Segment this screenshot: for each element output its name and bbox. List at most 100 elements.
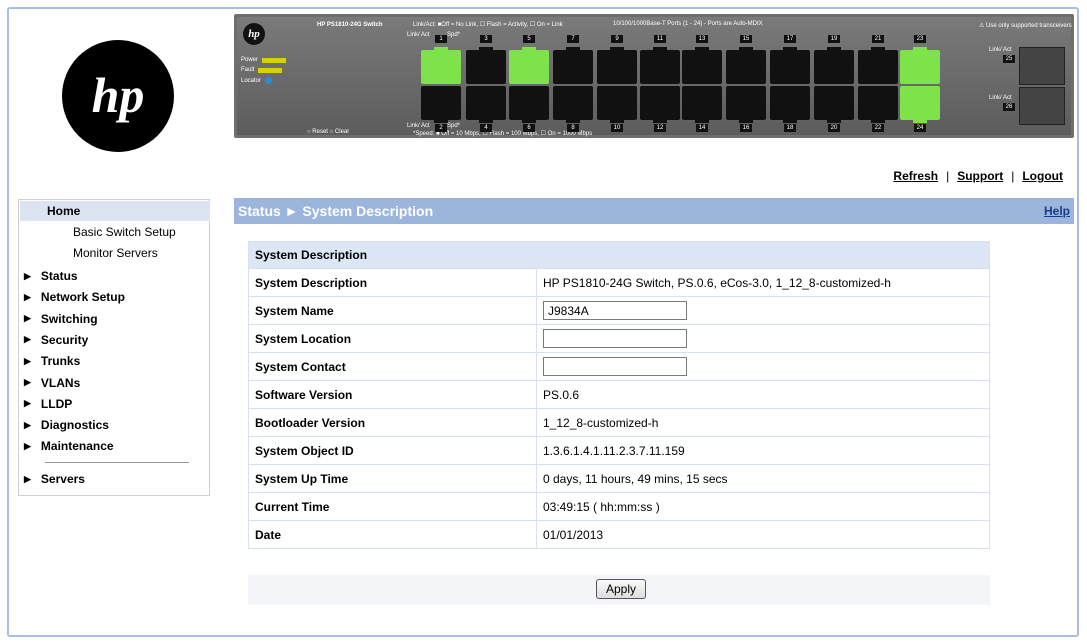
spd-label-top: Spd*	[447, 32, 461, 38]
table-row: System Up Time 0 days, 11 hours, 49 mins,…	[248, 464, 990, 493]
expand-triangle-icon: ▶	[24, 377, 31, 387]
port-5	[509, 47, 549, 84]
table-row: System Object ID 1.3.6.1.4.1.11.2.3.7.11.…	[248, 436, 990, 465]
row-value: 0 days, 11 hours, 49 mins, 15 secs	[536, 464, 990, 493]
sidebar-item-label: Status	[40, 269, 78, 283]
sidebar-item-vlans[interactable]: ▶ VLANs	[24, 376, 80, 390]
port-number-label: 9	[611, 35, 623, 43]
panel-legend-link: Link/Act: ■Off = No Link, ☐ Flash = Acti…	[413, 22, 563, 28]
row-label: System Description	[248, 268, 537, 297]
system-contact-input[interactable]	[543, 357, 687, 376]
locator-label: Locator	[241, 77, 262, 84]
sidebar-item-label: Servers	[40, 472, 85, 486]
fault-led-row: Fault	[241, 67, 283, 73]
sidebar-divider	[45, 462, 189, 463]
row-label: System Up Time	[248, 464, 537, 493]
expand-triangle-icon: ▶	[24, 313, 31, 324]
sidebar-item-lldp[interactable]: ▶ LLDP	[24, 397, 72, 411]
row-value: HP PS1810-24G Switch, PS.0.6, eCos-3.0, …	[536, 268, 990, 297]
sidebar-item-network-setup[interactable]: ▶ Network Setup	[24, 290, 125, 304]
sfp-link-act-label-bottom: Link/ Act	[989, 95, 1012, 101]
port-21	[858, 47, 898, 84]
table-title: System Description	[248, 241, 990, 269]
row-value-cell	[536, 352, 990, 381]
panel-transceiver-note: ⚠ Use only supported transceivers	[979, 23, 1072, 29]
row-value: 03:49:15 ( hh:mm:ss )	[536, 492, 990, 521]
spd-label-bottom: Spd*	[447, 123, 461, 129]
port-number-label: 23	[914, 35, 926, 43]
sidebar-item-basic-switch-setup[interactable]: Basic Switch Setup	[73, 225, 176, 239]
port-number-label: 24	[914, 124, 926, 132]
sidebar-item-maintenance[interactable]: ▶ Maintenance	[24, 439, 114, 453]
port-number-label: 3	[480, 35, 492, 43]
port-number-label: 21	[872, 35, 884, 43]
table-row: System Name	[248, 296, 990, 325]
system-location-input[interactable]	[543, 329, 687, 348]
help-link[interactable]: Help	[1044, 198, 1070, 224]
apply-bar: Apply	[248, 575, 990, 605]
panel-model: HP PS1810-24G Switch	[317, 22, 383, 28]
port-22	[858, 86, 898, 123]
sidebar-item-security[interactable]: ▶ Security	[24, 333, 88, 347]
power-led	[262, 57, 287, 63]
port-8	[553, 86, 593, 123]
hp-logo-text: hp	[92, 67, 145, 123]
port-number-label: 8	[567, 124, 579, 132]
sidebar-item-home[interactable]: Home	[20, 201, 210, 221]
system-description-table: System Description System Description HP …	[248, 241, 990, 549]
expand-triangle-icon: ▶	[24, 440, 31, 451]
port-20	[814, 86, 854, 123]
row-value: 1_12_8-customized-h	[536, 408, 990, 437]
port-24	[900, 86, 940, 123]
sidebar-item-label: VLANs	[40, 375, 81, 390]
sfp-port-26	[1019, 87, 1065, 125]
sfp-port-25	[1019, 47, 1065, 85]
expand-triangle-icon: ▶	[24, 355, 31, 366]
port-number-label: 12	[654, 124, 666, 132]
link-act-label-bottom: Link/ Act	[407, 123, 430, 129]
port-11	[640, 47, 680, 84]
row-label: Current Time	[248, 492, 537, 521]
table-row: System Description HP PS1810-24G Switch, …	[248, 268, 990, 297]
port-17	[770, 47, 810, 84]
port-number-label: 14	[696, 124, 708, 132]
port-7	[553, 47, 593, 84]
logout-link[interactable]: Logout	[1022, 169, 1063, 183]
sidebar-item-label: Security	[40, 332, 89, 347]
sidebar-item-servers[interactable]: ▶ Servers	[24, 472, 85, 486]
apply-button[interactable]: Apply	[596, 579, 646, 599]
sidebar-item-label: Network Setup	[40, 290, 125, 305]
sidebar-item-diagnostics[interactable]: ▶ Diagnostics	[24, 418, 109, 432]
port-number-label: 26	[1003, 103, 1015, 111]
sidebar-item-switching[interactable]: ▶ Switching	[24, 312, 98, 326]
port-number-label: 16	[740, 124, 752, 132]
port-number-label: 11	[654, 35, 666, 43]
port-4	[466, 86, 506, 123]
sidebar-item-trunks[interactable]: ▶ Trunks	[24, 354, 80, 368]
port-10	[597, 86, 637, 123]
port-number-label: 1	[435, 35, 447, 43]
locator-led-row: Locator	[241, 77, 273, 84]
page-header: Status ► System Description Help	[234, 198, 1074, 224]
port-12	[640, 86, 680, 123]
port-1	[421, 47, 461, 84]
expand-triangle-icon: ▶	[24, 398, 31, 409]
refresh-link[interactable]: Refresh	[893, 169, 938, 183]
port-9	[597, 47, 637, 84]
table-row: Current Time 03:49:15 ( hh:mm:ss )	[248, 492, 990, 521]
row-value: 01/01/2013	[536, 520, 990, 549]
row-label: System Contact	[248, 352, 537, 381]
port-number-label: 6	[523, 124, 535, 132]
support-link[interactable]: Support	[957, 169, 1003, 183]
hp-logo-icon: hp	[92, 67, 145, 123]
port-number-label: 5	[523, 35, 535, 43]
table-row: Date 01/01/2013	[248, 520, 990, 549]
system-name-input[interactable]	[543, 301, 687, 320]
sidebar-item-monitor-servers[interactable]: Monitor Servers	[73, 246, 158, 260]
sidebar-item-label: Switching	[40, 311, 98, 326]
expand-triangle-icon: ▶	[24, 334, 31, 345]
link-separator: |	[946, 169, 950, 183]
port-number-label: 7	[567, 35, 579, 43]
sidebar-item-status[interactable]: ▶ Status	[24, 269, 78, 283]
power-label: Power	[241, 57, 259, 63]
